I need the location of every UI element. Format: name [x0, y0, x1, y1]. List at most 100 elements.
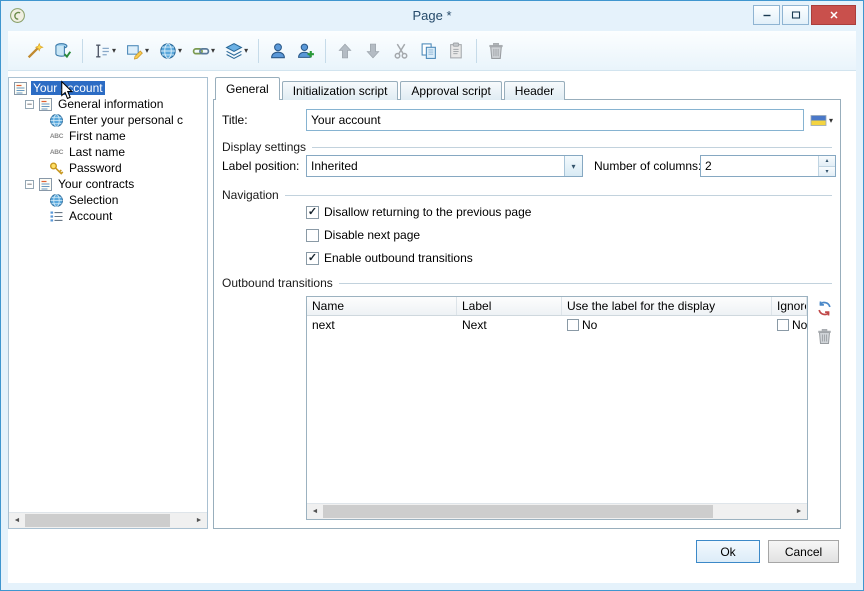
- transitions-table-body: next Next No No: [307, 316, 807, 503]
- arrow-down-icon: [364, 42, 382, 60]
- label-position-select[interactable]: Inherited ▾: [306, 155, 583, 177]
- refresh-transitions-button[interactable]: [814, 300, 834, 320]
- legend-line: [338, 282, 832, 284]
- list-icon: [49, 209, 64, 224]
- key-icon: [49, 161, 64, 176]
- cancel-button[interactable]: Cancel: [768, 540, 839, 563]
- checkbox-icon[interactable]: [777, 319, 789, 331]
- chevron-down-icon: ▾: [178, 46, 183, 55]
- tree-item-enter-your-personal-c[interactable]: Enter your personal c: [9, 112, 207, 128]
- add-control-button[interactable]: ▾: [122, 37, 153, 65]
- add-group-button[interactable]: ▾: [221, 37, 252, 65]
- scrollbar-thumb[interactable]: [25, 514, 170, 527]
- stepper-buttons: ▴ ▾: [818, 156, 835, 176]
- copy-icon: [420, 42, 438, 60]
- add-link-button[interactable]: ▾: [188, 37, 219, 65]
- tree-item-general-information[interactable]: − General information: [9, 96, 207, 112]
- collapse-icon[interactable]: −: [25, 99, 34, 109]
- tree-horizontal-scrollbar[interactable]: ◄ ►: [9, 512, 207, 528]
- tree-item-your-account[interactable]: Your account: [9, 80, 207, 96]
- globe-icon: [49, 193, 64, 208]
- scroll-left-icon[interactable]: ◄: [307, 504, 323, 519]
- table-row-next[interactable]: next Next No No: [307, 316, 807, 334]
- legend-text: Outbound transitions: [222, 276, 333, 290]
- tree-item-last-name[interactable]: ABC Last name: [9, 144, 207, 160]
- ok-button[interactable]: Ok: [696, 540, 760, 563]
- checkbox-icon[interactable]: [306, 228, 319, 242]
- paste-button[interactable]: [444, 37, 470, 65]
- move-down-button[interactable]: [360, 37, 386, 65]
- tab-initialization-script[interactable]: Initialization script: [281, 81, 399, 100]
- checkbox-label: Disable next page: [324, 228, 421, 242]
- minimize-button[interactable]: [753, 5, 780, 25]
- form-icon: [38, 177, 53, 192]
- checkbox-disallow-returning-to-the-previous-page[interactable]: ✓ Disallow returning to the previous page: [306, 205, 531, 219]
- column-header-ignore[interactable]: Ignore: [772, 297, 807, 315]
- spin-up-icon[interactable]: ▴: [819, 156, 835, 166]
- tree-item-password[interactable]: Password: [9, 160, 207, 176]
- spin-down-icon[interactable]: ▾: [819, 165, 835, 176]
- tab-header[interactable]: Header: [503, 81, 566, 100]
- column-header-name[interactable]: Name: [307, 297, 457, 315]
- close-button[interactable]: [811, 5, 856, 25]
- label-position-value: Inherited: [311, 159, 358, 173]
- tab-approval-script[interactable]: Approval script: [400, 81, 502, 100]
- scrollbar-thumb[interactable]: [323, 505, 713, 518]
- title-label: Title:: [222, 113, 248, 127]
- check-database-button[interactable]: [50, 37, 76, 65]
- localization-button[interactable]: ▾: [809, 109, 834, 131]
- form-icon: [38, 97, 53, 112]
- tree-item-first-name[interactable]: ABC First name: [9, 128, 207, 144]
- tree-item-account[interactable]: Account: [9, 208, 207, 224]
- tree-item-label: First name: [69, 129, 126, 143]
- column-header-use-the-label-for-the-display[interactable]: Use the label for the display: [562, 297, 772, 315]
- checkbox-icon[interactable]: ✓: [306, 205, 319, 219]
- collapse-icon[interactable]: −: [25, 179, 34, 189]
- tree-item-label: Password: [69, 161, 122, 175]
- titlebar[interactable]: Page *: [1, 1, 863, 30]
- scrollbar-track[interactable]: [25, 513, 191, 528]
- add-page-button[interactable]: ▾: [155, 37, 186, 65]
- app-icon: [9, 7, 26, 24]
- delete-transition-button[interactable]: [814, 328, 834, 348]
- copy-button[interactable]: [416, 37, 442, 65]
- cut-button[interactable]: [388, 37, 414, 65]
- tree-item-selection[interactable]: Selection: [9, 192, 207, 208]
- add-user-button[interactable]: [293, 37, 319, 65]
- maximize-button[interactable]: [782, 5, 809, 25]
- number-of-columns-stepper[interactable]: ▴ ▾: [700, 155, 836, 177]
- table-horizontal-scrollbar[interactable]: ◄ ►: [307, 503, 807, 519]
- globe-icon: [159, 42, 177, 60]
- checkbox-icon[interactable]: ✓: [306, 251, 319, 265]
- paste-icon: [448, 42, 466, 60]
- edit-wizard-button[interactable]: [22, 37, 48, 65]
- transitions-table: Name Label Use the label for the display Ig…: [306, 296, 808, 520]
- link-icon: [192, 42, 210, 60]
- chevron-down-icon[interactable]: ▾: [564, 156, 582, 176]
- tree-item-label: Your account: [31, 81, 105, 95]
- user-button[interactable]: [265, 37, 291, 65]
- number-of-columns-input[interactable]: [701, 156, 818, 176]
- window-title: Page *: [412, 8, 452, 23]
- scroll-right-icon[interactable]: ►: [791, 504, 807, 519]
- checkbox-icon[interactable]: [567, 319, 579, 331]
- scroll-right-icon[interactable]: ►: [191, 513, 207, 528]
- scroll-left-icon[interactable]: ◄: [9, 513, 25, 528]
- move-up-button[interactable]: [332, 37, 358, 65]
- form-icon: [13, 81, 28, 96]
- tab-general[interactable]: General: [215, 77, 280, 100]
- column-header-label[interactable]: Label: [457, 297, 562, 315]
- toolbar-separator: [325, 38, 327, 63]
- insert-field-button[interactable]: ▾: [89, 37, 120, 65]
- minimize-icon: [762, 10, 772, 20]
- title-input[interactable]: [306, 109, 804, 131]
- delete-button[interactable]: [483, 37, 509, 65]
- scrollbar-track[interactable]: [323, 504, 791, 519]
- legend-line: [312, 146, 832, 148]
- chevron-down-icon: ▾: [244, 46, 249, 55]
- checkbox-label: Enable outbound transitions: [324, 251, 473, 265]
- tree-item-your-contracts[interactable]: − Your contracts: [9, 176, 207, 192]
- tree-item-label: Selection: [69, 193, 119, 207]
- checkbox-disable-next-page[interactable]: Disable next page: [306, 228, 420, 242]
- checkbox-enable-outbound-transitions[interactable]: ✓ Enable outbound transitions: [306, 251, 473, 265]
